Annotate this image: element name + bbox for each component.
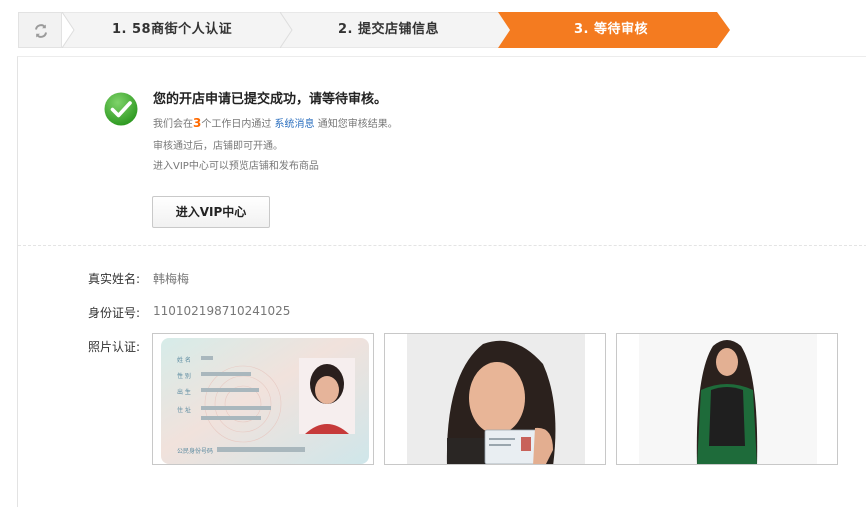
step-2-label: 2. 提交店铺信息 bbox=[338, 22, 440, 37]
step-2: 2. 提交店铺信息 bbox=[280, 12, 515, 48]
id-card-field-address: 住 址 bbox=[177, 407, 191, 414]
system-message-link[interactable]: 系统消息 bbox=[275, 119, 315, 130]
step-1-label: 1. 58商街个人认证 bbox=[112, 22, 233, 37]
section-divider bbox=[18, 245, 866, 246]
approval-notice: 审核通过后，店铺即可开通。 bbox=[153, 141, 283, 152]
real-name-value: 韩梅梅 bbox=[153, 272, 190, 286]
full-body-photo[interactable] bbox=[616, 333, 838, 465]
photo-verification-label: 照片认证: bbox=[88, 340, 141, 354]
step-3-label: 3. 等待审核 bbox=[574, 22, 649, 37]
id-number-label: 身份证号: bbox=[88, 306, 141, 320]
holding-id-photo[interactable] bbox=[384, 333, 606, 465]
main-panel: 您的开店申请已提交成功，请等待审核。 我们会在3个工作日内通过 系统消息 通知您… bbox=[17, 56, 866, 507]
id-number-value: 110102198710241025 bbox=[153, 304, 291, 318]
id-card-field-name: 姓 名 bbox=[177, 357, 191, 364]
review-notice: 我们会在3个工作日内通过 系统消息 通知您审核结果。 bbox=[153, 116, 398, 130]
step-1: 1. 58商街个人认证 bbox=[62, 12, 297, 48]
step-3: 3. 等待审核 bbox=[498, 12, 730, 48]
id-card-field-number: 公民身份号码 bbox=[177, 448, 214, 455]
id-card-field-gender: 性 别 bbox=[177, 373, 191, 380]
id-card-field-birth: 出 生 bbox=[177, 389, 191, 396]
enter-vip-center-button[interactable]: 进入VIP中心 bbox=[152, 196, 270, 228]
step-progress-bar: 1. 58商街个人认证 2. 提交店铺信息 3. 等待审核 bbox=[18, 12, 738, 48]
vip-notice: 进入VIP中心可以预览店铺和发布商品 bbox=[153, 161, 319, 172]
check-circle-icon bbox=[104, 92, 138, 126]
refresh-icon bbox=[35, 24, 47, 38]
real-name-label: 真实姓名: bbox=[88, 272, 141, 286]
id-card-photo[interactable]: 姓 名 性 别 出 生 住 址 公民身份号码 bbox=[152, 333, 374, 465]
refresh-button[interactable] bbox=[18, 12, 62, 48]
success-title: 您的开店申请已提交成功，请等待审核。 bbox=[153, 92, 388, 107]
